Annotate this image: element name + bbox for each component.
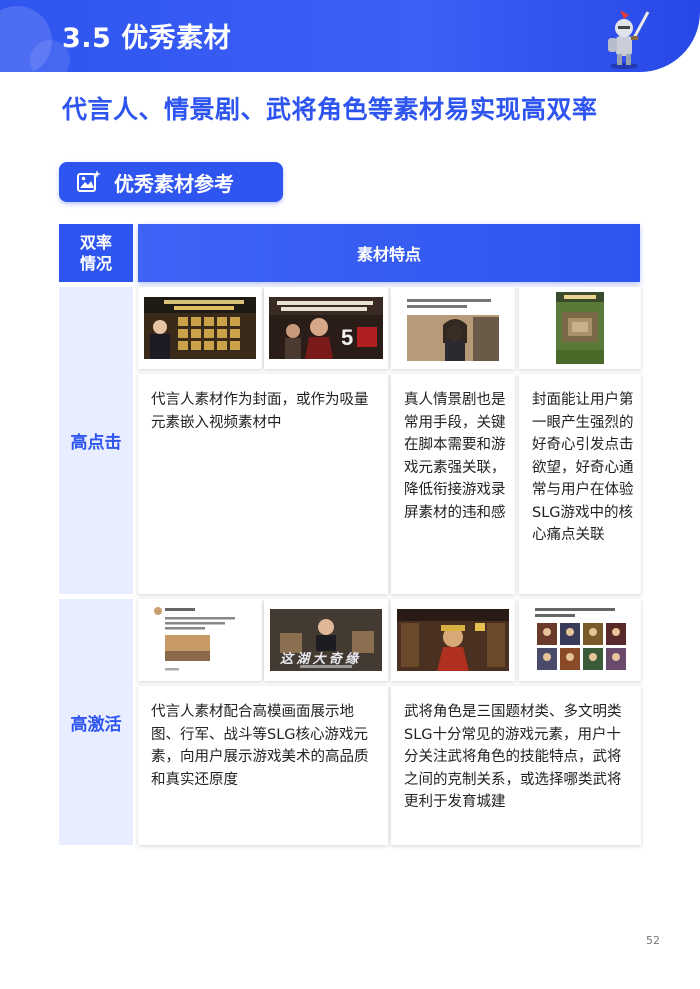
section-title: 3.5 优秀素材 — [62, 23, 232, 54]
section-tag-label: 优秀素材参考 — [114, 171, 234, 196]
social-post-thumbnail — [152, 605, 248, 675]
live-action-ad-thumbnail — [403, 295, 503, 361]
hero-character-thumbnail — [397, 609, 509, 671]
thumbnail-cell — [519, 599, 641, 681]
row-label-high-activation: 高激活 — [59, 599, 133, 845]
feature-description: 封面能让用户第一眼产生强烈的好奇心引发点击欲望，好奇心通常与用户在体验SLG游戏… — [532, 392, 634, 543]
knight-mascot-icon — [608, 10, 650, 69]
svg-text:5: 5 — [341, 325, 353, 350]
thumbnail-cell — [138, 287, 262, 369]
section-tag: 优秀素材参考 — [59, 162, 283, 202]
spokesperson-ad-thumbnail — [144, 297, 256, 359]
spokesperson-battle-thumbnail: 这 湖 大 奇 缘 — [270, 609, 382, 671]
feature-description-cell: 代言人素材配合高模画面展示地图、行军、战斗等SLG核心游戏元素，向用户展示游戏美… — [138, 686, 388, 845]
table-header-rate-label: 双率情况 — [79, 233, 112, 273]
row-label-high-click: 高点击 — [59, 287, 133, 594]
header-banner: 3.5 优秀素材 — [0, 0, 700, 72]
image-sparkle-icon — [77, 170, 101, 192]
thumbnail-cell: 5 — [264, 287, 388, 369]
thumbnail-cell — [519, 287, 641, 369]
table-header-rate: 双率情况 — [59, 224, 133, 282]
feature-description-cell: 代言人素材作为封面，或作为吸量元素嵌入视频素材中 — [138, 374, 388, 594]
svg-text:这 湖 大 奇 缘: 这 湖 大 奇 缘 — [280, 651, 360, 666]
feature-description-cell: 封面能让用户第一眼产生强烈的好奇心引发点击欲望，好奇心通常与用户在体验SLG游戏… — [519, 374, 641, 594]
feature-description: 武将角色是三国题材类、多文明类SLG十分常见的游戏元素，用户十分关注武将角色的技… — [404, 704, 622, 810]
feature-description: 代言人素材配合高模画面展示地图、行军、战斗等SLG核心游戏元素，向用户展示游戏美… — [151, 704, 369, 788]
game-map-thumbnail — [556, 292, 604, 364]
thumbnail-cell — [391, 599, 515, 681]
feature-description: 真人情景剧也是常用手段，关键在脚本需要和游戏元素强关联，降低衔接游戏录屏素材的违… — [404, 392, 506, 521]
thumbnail-cell — [391, 287, 515, 369]
feature-description-cell: 武将角色是三国题材类、多文明类SLG十分常见的游戏元素，用户十分关注武将角色的技… — [391, 686, 641, 845]
feature-description: 代言人素材作为封面，或作为吸量元素嵌入视频素材中 — [151, 392, 369, 431]
page-subtitle: 代言人、情景剧、武将角色等素材易实现高双率 — [62, 95, 598, 124]
table-header-features: 素材特点 — [138, 224, 640, 282]
thumbnail-cell — [138, 599, 262, 681]
feature-description-cell: 真人情景剧也是常用手段，关键在脚本需要和游戏元素强关联，降低衔接游戏录屏素材的违… — [391, 374, 515, 594]
page-number: 52 — [646, 934, 660, 947]
thumbnail-cell: 这 湖 大 奇 缘 — [264, 599, 388, 681]
drama-ad-thumbnail: 5 — [269, 297, 383, 359]
hero-roster-thumbnail — [533, 605, 629, 675]
